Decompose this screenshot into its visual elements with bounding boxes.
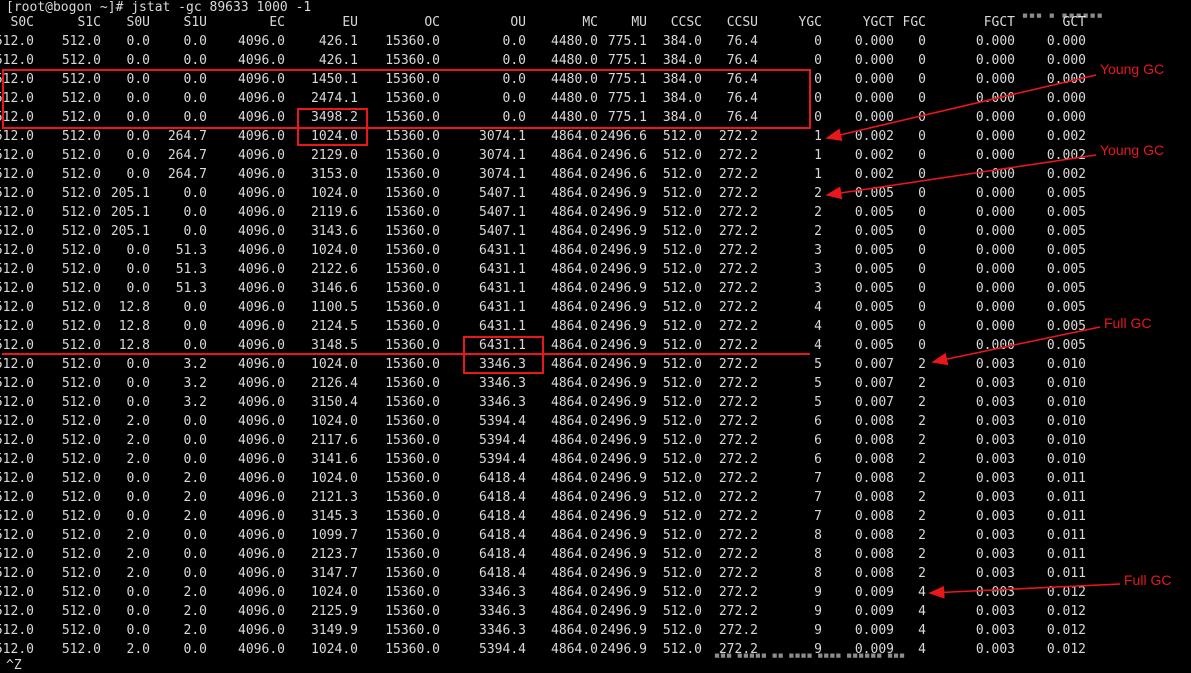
young-gc-label-2: Young GC — [1100, 142, 1165, 158]
full-gc-label-2: Full GC — [1124, 572, 1172, 588]
full-gc-label-1: Full GC — [1104, 315, 1152, 331]
young-gc-arrow-1 — [825, 74, 1097, 141]
young-gc-label-1: Young GC — [1100, 61, 1165, 77]
terminal-window[interactable]: [root@bogon ~]# jstat -gc 89633 1000 -1 … — [0, 0, 1191, 672]
full-gc-arrow-1 — [931, 326, 1101, 366]
annotation-arrows — [2, 74, 1121, 599]
full-gc-arrow-2 — [928, 583, 1121, 599]
young-gc-arrow-2 — [825, 154, 1097, 200]
